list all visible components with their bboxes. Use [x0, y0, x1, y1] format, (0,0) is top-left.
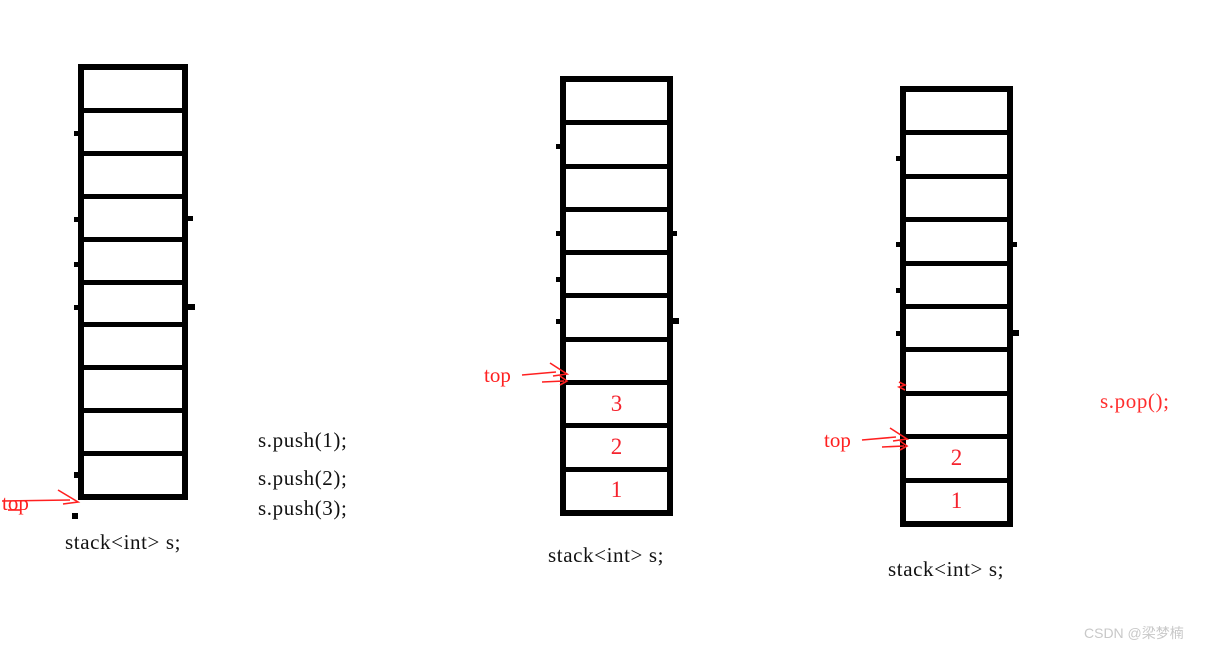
stack-cell-value: 1	[610, 477, 623, 503]
stack-cell	[84, 242, 182, 285]
ink-mark	[1011, 330, 1019, 336]
ink-mark	[74, 305, 81, 310]
ink-mark	[74, 262, 81, 267]
ink-mark	[896, 288, 903, 293]
ink-mark	[896, 331, 903, 336]
code-pop: s.pop();	[1100, 389, 1170, 413]
stack-column-after-pop: 2 1	[900, 86, 1013, 527]
stack-cell	[906, 222, 1007, 266]
stack-cell-value: 1	[950, 488, 963, 514]
stack-cell-value-1: 1	[566, 472, 667, 510]
stack-cell	[84, 156, 182, 199]
stack-cell	[906, 309, 1007, 353]
ink-mark	[671, 318, 679, 324]
ink-mark	[187, 304, 195, 310]
stack-cell	[84, 199, 182, 242]
top-pointer-arrow-stack3	[861, 427, 910, 451]
stack-caption-2: stack<int> s;	[548, 543, 665, 567]
stack-cell-value-1: 1	[906, 483, 1007, 521]
stack-cell	[84, 456, 182, 494]
stack-cell	[84, 327, 182, 371]
ink-mark	[670, 231, 677, 236]
stack-cell	[906, 179, 1007, 223]
stack-cell	[84, 113, 182, 156]
stack-cell	[906, 92, 1007, 136]
code-push-3: s.push(3);	[258, 496, 348, 520]
stack-cell-value-2: 2	[566, 428, 667, 472]
diagram-canvas: top stack<int> s; s.push(1); s.push(2); …	[0, 0, 1225, 650]
stack-cell	[566, 169, 667, 212]
stack-cell	[566, 212, 667, 256]
code-push-1: s.push(1);	[258, 428, 348, 452]
erased-pointer-mark	[896, 381, 908, 391]
stack-cell	[566, 342, 667, 386]
stack-caption-1: stack<int> s;	[65, 530, 182, 554]
stack-cell-value: 2	[950, 444, 963, 470]
top-pointer-label-stack2: top	[484, 363, 511, 387]
stack-cell	[84, 70, 182, 113]
ink-mark	[1010, 242, 1017, 247]
stack-cell-value: 2	[610, 434, 623, 460]
stack-cell-value-3: 3	[566, 385, 667, 429]
stack-cell	[566, 82, 667, 126]
stack-column-empty	[78, 64, 188, 500]
ink-mark	[896, 242, 903, 247]
csdn-watermark: CSDN @梁梦楠	[1084, 625, 1184, 641]
ink-mark	[556, 319, 563, 324]
stack-caption-3: stack<int> s;	[888, 557, 1005, 581]
ink-mark	[556, 277, 563, 282]
top-pointer-arrow-stack1	[1, 489, 81, 511]
ink-mark	[74, 472, 81, 478]
ink-mark	[556, 144, 563, 149]
stack-cell	[906, 352, 1007, 396]
stack-cell	[566, 255, 667, 299]
stack-cell	[906, 266, 1007, 310]
stack-cell	[84, 370, 182, 414]
ink-mark	[74, 131, 81, 136]
stack-column-after-push: 3 2 1	[560, 76, 673, 516]
stack-cell-popped	[906, 396, 1007, 440]
stack-cell	[84, 413, 182, 457]
ink-mark	[74, 217, 81, 222]
stack-cell-value-2: 2	[906, 439, 1007, 483]
top-pointer-label-stack3: top	[824, 428, 851, 452]
stack-cell-value: 3	[610, 390, 623, 416]
ink-mark	[186, 216, 193, 221]
stack-cell	[566, 298, 667, 342]
ink-mark	[896, 156, 903, 161]
stack-cell	[566, 125, 667, 169]
stack-cell	[906, 135, 1007, 179]
code-push-2: s.push(2);	[258, 466, 348, 490]
stack-cell	[84, 285, 182, 328]
top-pointer-arrow-stack2	[521, 362, 570, 386]
ink-mark	[556, 231, 563, 236]
